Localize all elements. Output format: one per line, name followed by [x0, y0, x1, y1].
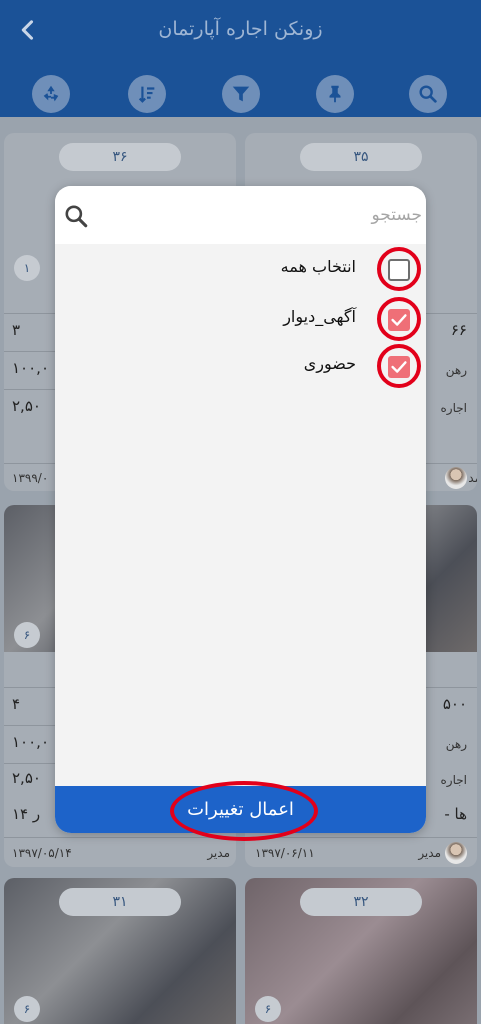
listing-card[interactable]: ۳۱ ۶: [4, 878, 236, 1024]
dialog-search-bar: [55, 186, 426, 244]
highlight-ring: [170, 781, 318, 841]
card-number-badge: ۳۶: [59, 143, 181, 171]
rent-label: اجاره: [440, 401, 468, 415]
option-label: آگهی_دیوار: [283, 307, 356, 326]
option-label: حضوری: [303, 354, 356, 373]
pin-icon: [329, 85, 341, 103]
agent-name: مدیر: [207, 846, 230, 860]
area-value: ۵۰۰: [442, 695, 467, 713]
extra-value: - ها: [444, 805, 467, 823]
filter-button[interactable]: [222, 75, 260, 113]
photo-count-badge: ۶: [14, 996, 40, 1022]
agent-avatar: [445, 842, 467, 864]
date-value: ۱۳۹۷/۰۵/۱۴: [12, 846, 72, 860]
search-button[interactable]: [409, 75, 447, 113]
photo-count-badge: ۱: [14, 255, 40, 281]
sort-button[interactable]: [128, 75, 166, 113]
deposit-value: ۱۰۰,۰: [12, 733, 49, 751]
rent-value: ۲,۵۰: [12, 397, 41, 415]
floor-value: ر ۱۴: [12, 805, 41, 823]
deposit-value: ۱۰۰,۰: [12, 359, 49, 377]
search-icon[interactable]: [63, 203, 89, 229]
option-divar-ad[interactable]: آگهی_دیوار: [55, 297, 426, 341]
date-value: ۱۳۹۷/۰۶/۱۱: [255, 846, 315, 860]
option-in-person[interactable]: حضوری: [55, 344, 426, 388]
filter-icon: [232, 86, 250, 102]
sort-icon: [138, 86, 155, 103]
option-label: انتخاب همه: [280, 257, 356, 276]
rooms-value: ۳: [12, 321, 21, 339]
deposit-label: رهن: [445, 363, 467, 377]
app-bar: زونکن اجاره آپارتمان: [0, 0, 481, 117]
agent-avatar: [445, 467, 467, 489]
highlight-ring: [377, 247, 421, 291]
agent-name: مدیر: [418, 846, 441, 860]
date-value: ۱۳۹۹/۰: [12, 471, 49, 485]
pin-button[interactable]: [316, 75, 354, 113]
recycle-button[interactable]: [32, 75, 70, 113]
photo-count-badge: ۶: [255, 996, 281, 1022]
card-number-badge: ۳۲: [300, 888, 422, 916]
rent-value: ۲,۵۰: [12, 769, 41, 787]
highlight-ring: [377, 297, 421, 341]
search-icon: [419, 85, 437, 103]
rooms-value: ۶۶: [450, 321, 467, 339]
photo-count-badge: ۶: [14, 622, 40, 648]
page-title: زونکن اجاره آپارتمان: [158, 18, 323, 40]
option-select-all[interactable]: انتخاب همه: [55, 247, 426, 291]
rooms-value: ۴: [12, 695, 21, 713]
agent-name: مد: [468, 471, 477, 485]
card-number-badge: ۳۵: [300, 143, 422, 171]
highlight-ring: [377, 344, 421, 388]
filter-dialog: انتخاب همه آگهی_دیوار حضوری اعمال تغییرا…: [55, 186, 426, 833]
listing-card[interactable]: ۳۲ ۶: [245, 878, 477, 1024]
rent-label: اجاره: [440, 773, 468, 787]
recycle-icon: [43, 85, 59, 102]
deposit-label: رهن: [445, 737, 467, 751]
card-number-badge: ۳۱: [59, 888, 181, 916]
divider: [4, 837, 236, 838]
search-input[interactable]: [122, 199, 422, 231]
